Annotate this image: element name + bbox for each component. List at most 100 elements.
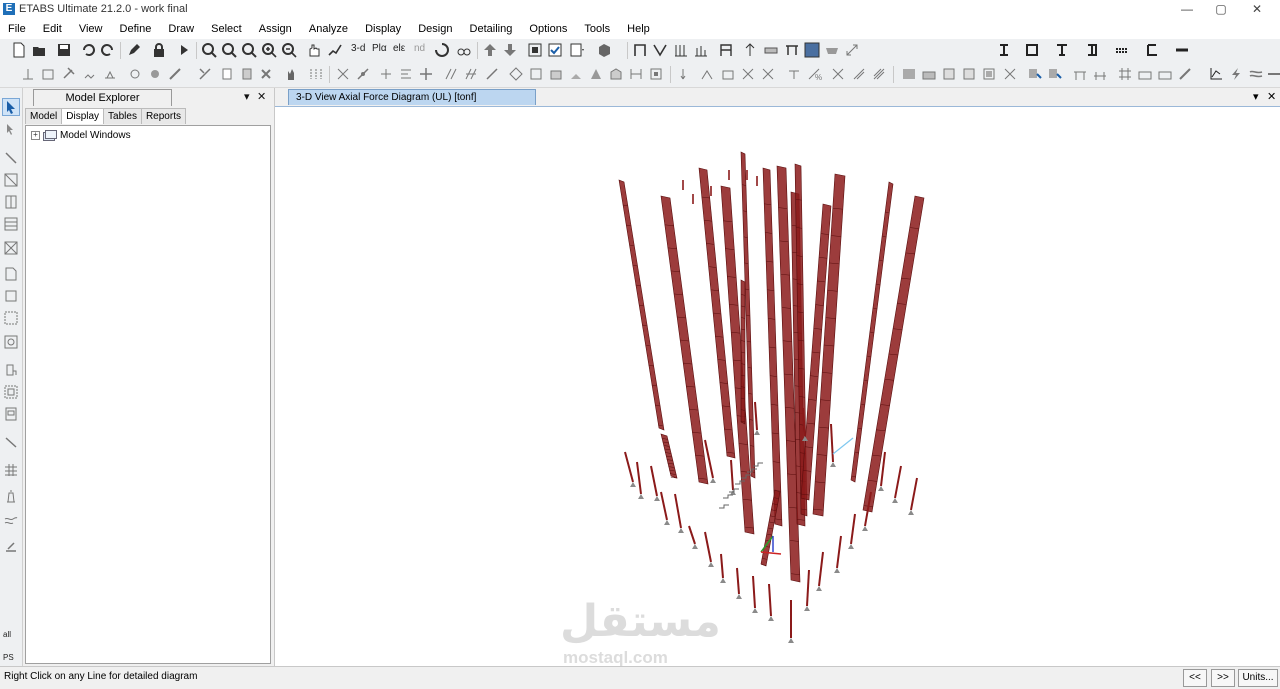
tab-display[interactable]: Display [61, 108, 105, 124]
tools-icon[interactable] [1177, 66, 1193, 82]
draw-brace-icon[interactable] [652, 42, 668, 58]
section-i-icon[interactable] [996, 42, 1012, 58]
column-force-line[interactable] [730, 459, 734, 491]
selected-beam-line[interactable] [832, 437, 854, 455]
select-all-button[interactable]: all [3, 630, 11, 639]
run-analysis-icon[interactable] [176, 42, 192, 58]
assign-pier-icon[interactable] [648, 66, 664, 82]
draw-spring-icon[interactable] [82, 66, 98, 82]
menu-tools[interactable]: Tools [577, 19, 617, 39]
draw-grid-icon[interactable] [40, 66, 56, 82]
zoom-in-icon[interactable] [261, 42, 277, 58]
section-channel-icon[interactable] [1084, 42, 1100, 58]
draw-frame-icon[interactable] [632, 42, 648, 58]
copy-icon[interactable] [219, 66, 235, 82]
lightning-icon[interactable] [1228, 66, 1244, 82]
support-marker[interactable] [654, 496, 660, 501]
rotate-view-icon[interactable] [434, 42, 450, 58]
axial-force-band[interactable] [850, 181, 894, 483]
draw-section-cut-icon[interactable] [3, 538, 19, 554]
support-marker[interactable] [804, 606, 810, 611]
reshape-icon[interactable] [3, 122, 19, 138]
column-force-line[interactable] [624, 451, 634, 483]
minimize-button[interactable]: — [1170, 0, 1204, 19]
pencil-icon[interactable] [126, 42, 142, 58]
draw-ramp-icon[interactable] [784, 42, 800, 58]
extrude-icon[interactable] [463, 66, 479, 82]
elevation-view-button[interactable]: elε [393, 43, 405, 54]
tab-reports[interactable]: Reports [140, 108, 186, 124]
detailing-icon[interactable] [1027, 66, 1043, 82]
redo-icon[interactable] [100, 42, 116, 58]
draw-frame-opening-icon[interactable] [3, 406, 19, 422]
column-force-line[interactable] [650, 465, 658, 497]
draw-tendon-tool-icon[interactable] [3, 488, 19, 504]
zoom-out-icon[interactable] [281, 42, 297, 58]
axial-force-diagram-canvas[interactable] [275, 106, 1280, 666]
column-force-line[interactable] [674, 493, 682, 529]
menu-assign[interactable]: Assign [252, 19, 299, 39]
draw-area-icon[interactable] [804, 42, 820, 58]
section-t-icon[interactable] [1054, 42, 1070, 58]
pointer-icon[interactable] [2, 98, 20, 116]
section-box-icon[interactable] [1024, 42, 1040, 58]
column-force-line[interactable] [660, 491, 668, 521]
nd-view-button[interactable]: nd [414, 43, 425, 54]
menu-define[interactable]: Define [113, 19, 159, 39]
column-force-line[interactable] [736, 567, 740, 595]
draw-diaphragm-icon[interactable] [167, 66, 183, 82]
graph-icon[interactable] [1208, 66, 1224, 82]
tab-tables[interactable]: Tables [103, 108, 142, 124]
support-marker[interactable] [708, 562, 714, 567]
draw-link-icon[interactable] [60, 66, 76, 82]
support-marker[interactable] [848, 544, 854, 549]
design-concrete-icon[interactable] [921, 66, 937, 82]
draw-mass-icon[interactable] [147, 66, 163, 82]
draw-floor-icon[interactable] [3, 266, 19, 282]
section-double-angle-icon[interactable] [1114, 42, 1130, 58]
design-shear-wall-icon[interactable] [981, 66, 997, 82]
draw-column-icon[interactable] [673, 42, 689, 58]
column-force-line[interactable] [850, 513, 856, 545]
menu-edit[interactable]: Edit [36, 19, 69, 39]
column-force-line[interactable] [720, 553, 724, 579]
maximize-button[interactable]: ▢ [1204, 0, 1238, 19]
support-marker[interactable] [816, 586, 822, 591]
new-model-icon[interactable] [11, 42, 27, 58]
support-marker[interactable] [638, 494, 644, 499]
draw-braces-icon[interactable] [3, 240, 19, 256]
draw-walls-icon[interactable] [3, 334, 19, 350]
column-force-line[interactable] [880, 451, 886, 487]
column-force-line[interactable] [768, 583, 772, 617]
draw-joint-load-icon[interactable] [127, 66, 143, 82]
column-force-line[interactable] [754, 401, 758, 431]
column-force-line[interactable] [910, 477, 918, 511]
zoom-previous-icon[interactable] [241, 42, 257, 58]
load-combo-icon[interactable] [830, 66, 846, 82]
draw-dimension-line-icon[interactable] [3, 434, 19, 450]
menu-view[interactable]: View [72, 19, 110, 39]
draw-secondary-beam-icon[interactable] [3, 216, 19, 232]
units-button[interactable]: Units... [1238, 669, 1278, 687]
more-tools-icon[interactable] [1266, 66, 1280, 82]
delete-icon[interactable] [258, 66, 274, 82]
axial-force-band[interactable] [660, 433, 678, 479]
object-shrink-icon[interactable] [527, 42, 543, 58]
column-force-line[interactable] [818, 551, 824, 587]
support-marker[interactable] [892, 498, 898, 503]
design-steel-icon[interactable] [901, 66, 917, 82]
support-marker[interactable] [878, 486, 884, 491]
support-marker[interactable] [830, 462, 836, 467]
menu-detailing[interactable]: Detailing [463, 19, 520, 39]
load-temperature-icon[interactable] [740, 66, 756, 82]
view-pin-icon[interactable]: ▾ [1253, 90, 1259, 103]
replicate-icon[interactable] [443, 66, 459, 82]
design-joist-icon[interactable] [961, 66, 977, 82]
previous-selection-button[interactable]: PS [3, 653, 14, 662]
design-composite-icon[interactable] [941, 66, 957, 82]
stair-element[interactable] [723, 494, 733, 499]
assign-shell-icon[interactable] [548, 66, 564, 82]
load-seismic-icon[interactable] [786, 66, 802, 82]
menu-help[interactable]: Help [620, 19, 657, 39]
menu-options[interactable]: Options [522, 19, 574, 39]
